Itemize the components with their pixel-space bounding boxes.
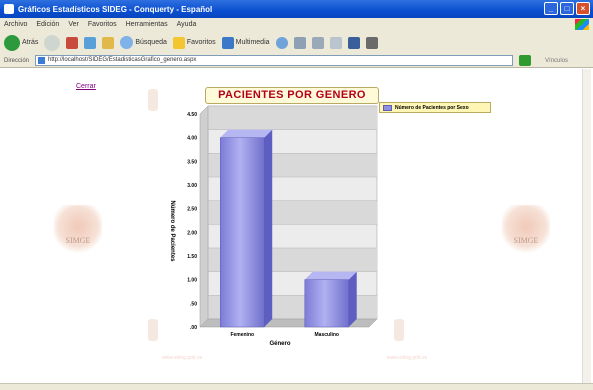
logo-left-text: SIMGE [65, 236, 91, 245]
y-tick-label: .00 [190, 325, 197, 331]
y-tick-label: 1.50 [187, 254, 197, 260]
logo-right-text: SIMGE [513, 236, 539, 245]
chart-title: PACIENTES POR GENERO [205, 87, 379, 104]
windows-logo-icon [575, 19, 589, 30]
watermark-shape [394, 319, 404, 341]
y-tick-label: 1.00 [187, 278, 197, 284]
logo-left: SIMGE [54, 205, 102, 253]
bar-top [304, 271, 357, 280]
favorites-button[interactable]: Favoritos [172, 36, 216, 49]
close-button[interactable]: × [576, 2, 590, 15]
menu-item-favoritos[interactable]: Favoritos [88, 21, 117, 28]
back-label: Atrás [22, 39, 39, 46]
menu-item-ayuda[interactable]: Ayuda [177, 21, 197, 28]
page-content: Cerrar SIMGE SIMGE www.sideg.gob.ve www.… [2, 69, 582, 383]
bar-side [264, 129, 273, 327]
chart-side-wall [199, 105, 209, 328]
maximize-button[interactable]: □ [560, 2, 574, 15]
bar-chart: 4.50 4.00 3.50 3.00 2.50 2.00 1.50 1.00 .50 .00 Fe… [169, 105, 378, 347]
media-label: Multimedia [235, 39, 270, 46]
star-icon [172, 36, 185, 49]
favorites-label: Favoritos [186, 39, 216, 46]
search-label: Búsqueda [135, 39, 167, 46]
media-button[interactable]: Multimedia [221, 36, 270, 49]
address-label: Dirección [4, 57, 30, 64]
grid-band [208, 106, 377, 130]
history-icon[interactable] [275, 36, 288, 49]
address-bar: Dirección http://localhost/SIDEG/Estadis… [0, 54, 593, 68]
menu-item-ver[interactable]: Ver [68, 21, 79, 28]
menu-item-archivo[interactable]: Archivo [4, 21, 27, 28]
page-icon [38, 57, 46, 64]
back-button[interactable]: Atrás [4, 34, 39, 51]
bar-top [220, 129, 273, 138]
status-bar [0, 383, 593, 390]
print-icon[interactable] [311, 36, 324, 49]
y-tick-label: 4.00 [187, 136, 197, 142]
media-icon [221, 36, 234, 49]
watermark-shape [148, 319, 158, 341]
menu-bar: Archivo Edición Ver Favoritos Herramient… [0, 18, 593, 31]
search-icon [120, 36, 134, 49]
x-axis-label: Género [269, 341, 290, 347]
minimize-button[interactable]: _ [544, 2, 558, 15]
footer-right-text: www.sideg.gob.ve [387, 355, 428, 361]
messenger-icon[interactable] [365, 36, 378, 49]
window-title: Gráficos Estadísticos SIDEG - Conquerty … [18, 4, 213, 14]
bar-side [348, 271, 357, 327]
refresh-icon[interactable] [84, 36, 97, 49]
logo-right: SIMGE [502, 205, 550, 253]
y-tick-label: .50 [190, 301, 197, 307]
discuss-icon[interactable] [347, 36, 360, 49]
search-button[interactable]: Búsqueda [120, 36, 167, 49]
chart-frame: 4.50 4.00 3.50 3.00 2.50 2.00 1.50 1.00 .50 .00 Fe… [161, 84, 385, 359]
chart-legend: Número de Pacientes por Sexo [379, 102, 491, 113]
browser-icon [4, 4, 14, 14]
address-input[interactable]: http://localhost/SIDEG/EstadisticasGrafi… [35, 55, 514, 66]
y-tick-label: 4.50 [187, 112, 197, 118]
y-tick-label: 3.00 [187, 183, 197, 189]
close-link[interactable]: Cerrar [76, 83, 96, 90]
menu-item-herramientas[interactable]: Herramientas [126, 21, 168, 28]
browser-toolbar: Atrás Búsqueda Favoritos Multimedia [0, 31, 593, 54]
edit-icon[interactable] [329, 36, 342, 49]
y-tick-label: 2.50 [187, 207, 197, 213]
legend-label: Número de Pacientes por Sexo [395, 104, 469, 111]
vertical-scrollbar[interactable] [582, 69, 591, 383]
bar [220, 137, 265, 328]
x-tick-label: Masculino [315, 332, 339, 338]
mail-icon[interactable] [293, 36, 306, 49]
legend-swatch [383, 104, 392, 111]
y-axis-label: Número de Pacientes [169, 200, 175, 262]
y-tick-label: 2.00 [187, 230, 197, 236]
watermark-shape [148, 89, 158, 111]
go-button[interactable] [519, 55, 532, 66]
forward-button[interactable] [44, 34, 61, 51]
menu-item-edicion[interactable]: Edición [36, 21, 59, 28]
bar [304, 279, 349, 328]
y-tick-label: 3.50 [187, 159, 197, 165]
window-titlebar: Gráficos Estadísticos SIDEG - Conquerty … [0, 0, 593, 18]
home-icon[interactable] [102, 36, 115, 49]
links-label[interactable]: Vínculos [545, 58, 568, 64]
address-url: http://localhost/SIDEG/EstadisticasGrafi… [48, 57, 197, 63]
x-tick-label: Femenino [230, 332, 254, 338]
back-arrow-icon [4, 34, 20, 51]
stop-icon[interactable] [66, 36, 79, 49]
